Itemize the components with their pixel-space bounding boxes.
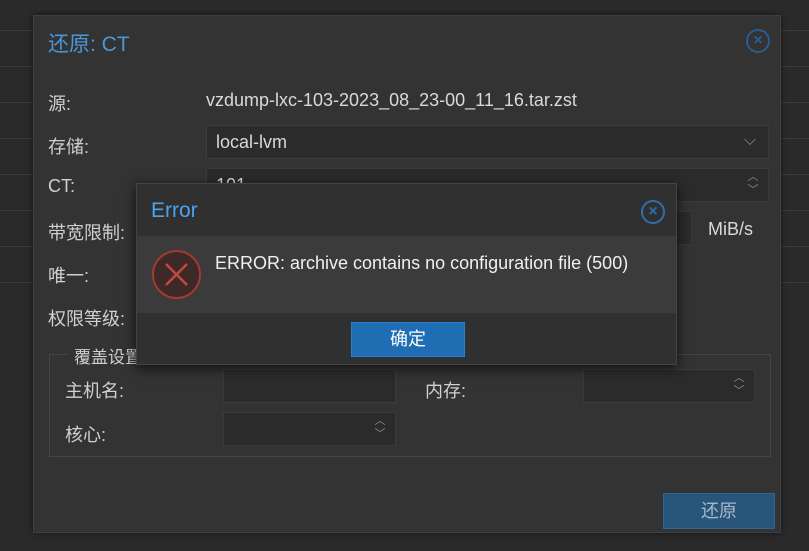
bandwidth-unit: MiB/s (708, 219, 753, 239)
hostname-label: 主机名: (65, 381, 125, 401)
restore-button[interactable]: 还原 (663, 493, 775, 529)
error-x-icon (152, 250, 201, 299)
storage-label: 存储: (48, 137, 90, 157)
window-title: 还原: CT (48, 33, 130, 56)
error-dialog: Error × ERROR: archive contains no confi… (136, 183, 677, 365)
chevron-down-icon[interactable]: ⌵ (744, 132, 756, 150)
close-icon[interactable]: × (641, 200, 665, 224)
spinner-arrows-icon[interactable]: ︿ ﹀ (732, 372, 746, 398)
override-settings: 覆盖设置 主机名: 内存: ︿ ﹀ 核心: ︿ ﹀ (49, 343, 771, 457)
storage-value: local-lvm (216, 132, 288, 152)
spinner-arrows-icon[interactable]: ︿ ﹀ (373, 415, 387, 441)
unique-label: 唯一: (48, 266, 90, 286)
error-title: Error (151, 199, 198, 222)
ok-button[interactable]: 确定 (351, 322, 465, 357)
spinner-arrows-icon[interactable]: ︿ ﹀ (746, 171, 760, 197)
source-label: 源: (48, 94, 72, 114)
ct-label: CT: (48, 176, 75, 196)
hostname-input[interactable] (223, 369, 396, 403)
error-message: ERROR: archive contains no configuration… (215, 253, 629, 273)
source-value: vzdump-lxc-103-2023_08_23-00_11_16.tar.z… (206, 90, 577, 110)
cores-label: 核心: (65, 425, 107, 445)
memory-label: 内存: (425, 381, 467, 401)
close-icon[interactable]: × (746, 29, 770, 53)
error-body: ERROR: archive contains no configuration… (137, 236, 676, 313)
privilege-label: 权限等级: (48, 309, 126, 329)
cores-input[interactable]: ︿ ﹀ (223, 412, 396, 446)
bandwidth-label: 带宽限制: (48, 223, 126, 243)
storage-select[interactable]: local-lvm ⌵ (206, 125, 769, 159)
memory-input[interactable]: ︿ ﹀ (583, 369, 755, 403)
